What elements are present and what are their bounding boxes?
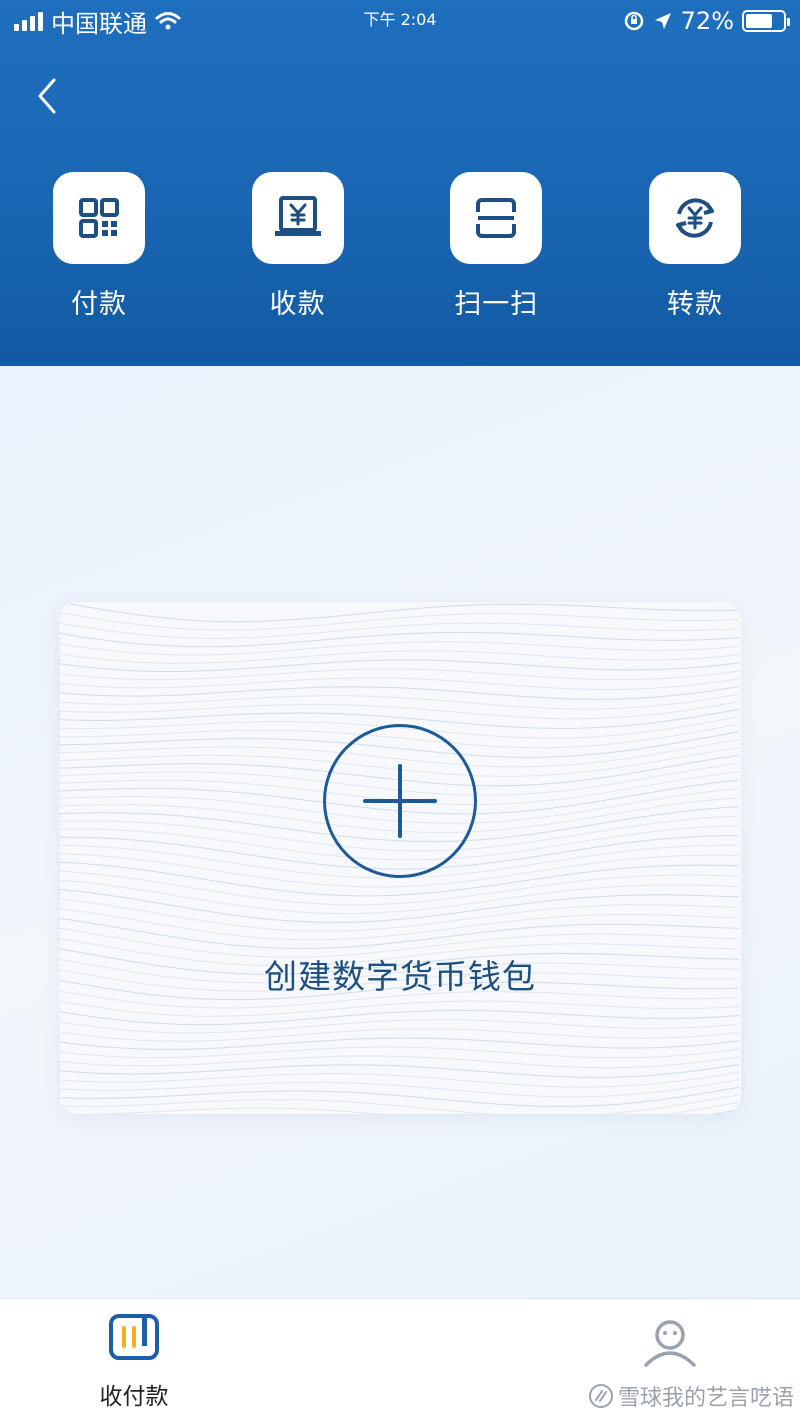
pay-tile[interactable]	[53, 172, 145, 264]
snowball-logo-icon	[589, 1384, 613, 1408]
create-wallet-button[interactable]	[323, 724, 477, 878]
battery-icon	[742, 10, 790, 32]
chevron-left-icon	[38, 78, 56, 114]
wifi-icon	[155, 12, 181, 30]
quick-actions: 付款 收款 扫一扫 转款	[0, 172, 800, 321]
main-content: 创建数字货币钱包	[0, 366, 800, 1298]
rotation-lock-icon	[624, 11, 643, 31]
status-right: 72%	[623, 7, 790, 35]
scan-tile[interactable]	[450, 172, 543, 264]
scan-label: 扫一扫	[454, 289, 539, 320]
transfer-tile[interactable]	[648, 172, 741, 264]
scan-action[interactable]: 扫一扫	[450, 172, 543, 321]
scan-icon	[476, 198, 517, 238]
status-bar: 中国联通 72%	[0, 0, 800, 42]
app-header: 中国联通 72% 下午 2:04 付款 收款 扫一扫 转款	[0, 0, 800, 366]
receive-label: 收款	[269, 289, 326, 320]
create-wallet-card[interactable]: 创建数字货币钱包	[59, 602, 741, 1114]
create-wallet-label: 创建数字货币钱包	[264, 957, 536, 996]
watermark: 雪球我的艺言呓语	[588, 1380, 798, 1412]
tab-pay-receive[interactable]: 收付款	[84, 1311, 184, 1411]
receive-yuan-icon	[274, 196, 321, 236]
pay-label: 付款	[71, 289, 127, 320]
battery-fill	[746, 14, 772, 28]
pay-receive-icon	[109, 1314, 159, 1360]
cellular-signal-icon	[14, 11, 43, 31]
battery-percent: 72%	[680, 7, 734, 35]
carrier-name: 中国联通	[51, 9, 147, 38]
receive-action[interactable]: 收款	[251, 172, 344, 321]
tab-me[interactable]	[640, 1313, 700, 1373]
receive-tile[interactable]	[251, 172, 344, 264]
tab-pay-receive-label: 收付款	[99, 1384, 169, 1410]
plus-icon	[363, 764, 437, 838]
back-button[interactable]	[24, 70, 70, 122]
location-arrow-icon	[654, 13, 671, 29]
watermark-text: 雪球我的艺言呓语	[618, 1386, 795, 1411]
pay-action[interactable]: 付款	[53, 172, 145, 321]
status-left: 中国联通	[14, 4, 181, 39]
transfer-yuan-icon	[675, 198, 714, 238]
transfer-action[interactable]: 转款	[648, 172, 741, 321]
user-icon	[644, 1320, 696, 1367]
qr-code-icon	[79, 198, 119, 238]
transfer-label: 转款	[666, 289, 723, 320]
